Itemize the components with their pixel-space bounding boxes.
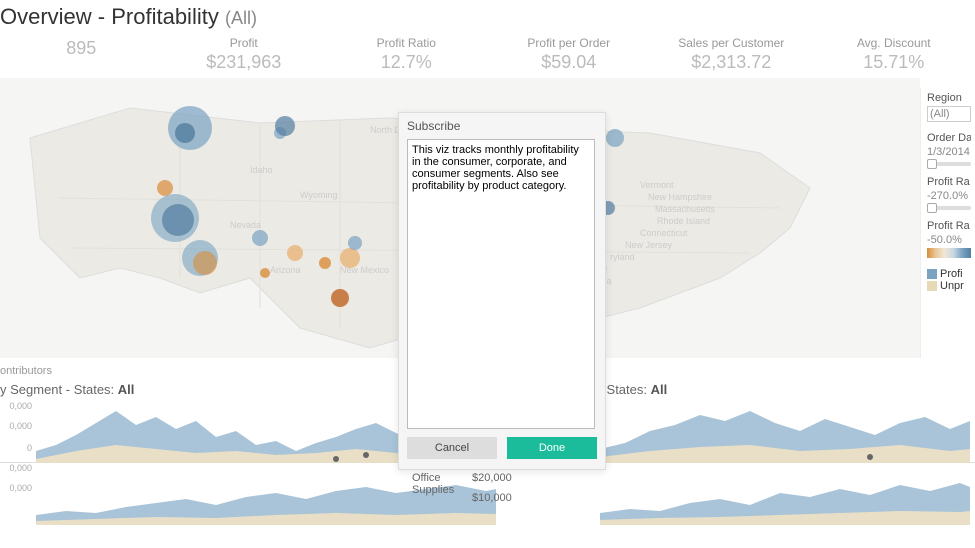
subscribe-modal: Subscribe Cancel Done — [398, 112, 606, 470]
dashboard: Overview - Profitability (All) 895 Profi… — [0, 0, 975, 548]
subscribe-textarea[interactable] — [407, 139, 595, 429]
modal-title: Subscribe — [399, 113, 605, 139]
done-button[interactable]: Done — [507, 437, 597, 459]
modal-buttons: Cancel Done — [399, 437, 605, 469]
cancel-button[interactable]: Cancel — [407, 437, 497, 459]
